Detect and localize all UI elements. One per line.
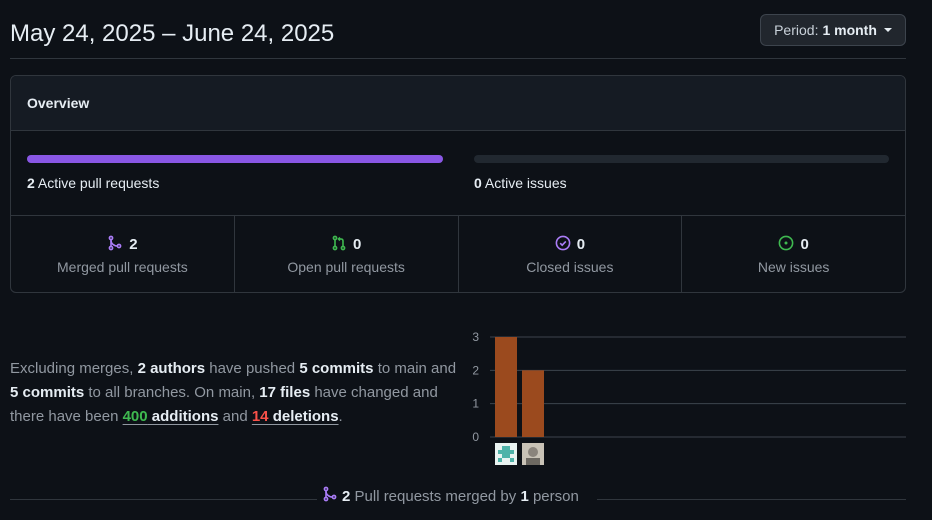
summary-text: . (338, 408, 343, 425)
files-changed-link[interactable]: 17 files (259, 384, 310, 401)
active-prs-summary[interactable]: 2 Active pull requests (27, 175, 159, 191)
chart-y-tick-label: 3 (472, 330, 479, 344)
author-avatar[interactable] (495, 443, 517, 465)
stat-closed-issues-label: Closed issues (526, 258, 614, 275)
stat-closed-issues[interactable]: 0 Closed issues (459, 216, 683, 292)
active-issues-progress-bar (474, 155, 889, 163)
stat-new-issues[interactable]: 0 New issues (682, 216, 905, 292)
overview-title: Overview (27, 95, 90, 111)
deletions-count: 14 (251, 408, 269, 425)
deletions-link[interactable]: 14 deletions (252, 408, 339, 425)
additions-label: additions (147, 408, 219, 425)
summary-text: have pushed (205, 360, 300, 377)
period-value: 1 month (822, 22, 877, 38)
commits-all-link[interactable]: 5 commits (10, 384, 84, 401)
summary-text: to all branches. On main, (84, 384, 260, 401)
period-label: Period: (774, 22, 819, 38)
footer-divider-right (597, 499, 906, 500)
stat-open-prs-count: 0 (352, 236, 362, 253)
merged-prs-text: Pull requests merged by (350, 487, 521, 505)
commits-by-author-chart: 0 1 2 3 (472, 330, 906, 465)
footer-divider-left (10, 499, 317, 500)
active-issues-label: Active issues (484, 175, 567, 191)
additions-link[interactable]: 400 additions (123, 408, 219, 425)
stat-closed-issues-count: 0 (576, 236, 586, 253)
deletions-label: deletions (268, 408, 339, 425)
stat-merged-prs-label: Merged pull requests (57, 258, 188, 275)
commit-summary: Excluding merges, 2 authors have pushed … (10, 357, 460, 429)
stat-open-prs-label: Open pull requests (287, 258, 405, 275)
active-prs-label: Active pull requests (37, 175, 160, 191)
activity-bars: 2 Active pull requests 0 Active issues (11, 131, 905, 216)
merge-icon (107, 235, 123, 255)
active-issues-summary[interactable]: 0 Active issues (474, 175, 567, 191)
issue-closed-icon (555, 235, 571, 255)
active-issues-count: 0 (474, 175, 482, 191)
additions-count: 400 (122, 408, 148, 425)
stat-new-issues-label: New issues (757, 258, 830, 275)
active-prs-progress-fill (27, 155, 443, 163)
chart-y-tick-label: 0 (472, 430, 479, 444)
page-title: May 24, 2025 – June 24, 2025 (10, 20, 335, 47)
summary-text: Excluding merges, (10, 360, 138, 377)
header-divider (10, 58, 906, 59)
stat-new-issues-count: 0 (800, 236, 809, 253)
summary-text: to main and (373, 360, 457, 377)
merged-prs-summary: 2 Pull requests merged by 1 person (322, 486, 579, 506)
active-prs-progress-bar (27, 155, 443, 163)
authors-link[interactable]: 2 authors (138, 360, 206, 377)
overview-stats: 2 Merged pull requests 0 Open pull reque… (11, 216, 905, 292)
overview-panel: Overview 2 Active pull requests 0 Active… (10, 75, 906, 293)
merged-by-count: 1 (520, 487, 529, 505)
caret-down-icon (883, 28, 892, 32)
commits-main-link[interactable]: 5 commits (299, 360, 373, 377)
active-prs-count: 2 (27, 175, 35, 191)
overview-header: Overview (11, 76, 905, 131)
merged-by-text: person (528, 487, 579, 505)
chart-y-tick-label: 1 (472, 397, 479, 411)
summary-text: and (218, 408, 252, 425)
chart-bar[interactable] (522, 370, 544, 437)
author-avatar[interactable] (522, 443, 544, 465)
chart-y-tick-label: 2 (472, 363, 479, 377)
chart-bar[interactable] (495, 337, 517, 437)
pull-request-icon (331, 235, 347, 255)
stat-merged-prs[interactable]: 2 Merged pull requests (11, 216, 235, 292)
period-dropdown-button[interactable]: Period: 1 month (760, 14, 906, 46)
issue-opened-icon (778, 235, 794, 255)
stat-open-prs[interactable]: 0 Open pull requests (235, 216, 459, 292)
merge-icon (322, 486, 338, 506)
stat-merged-prs-count: 2 (129, 236, 138, 253)
